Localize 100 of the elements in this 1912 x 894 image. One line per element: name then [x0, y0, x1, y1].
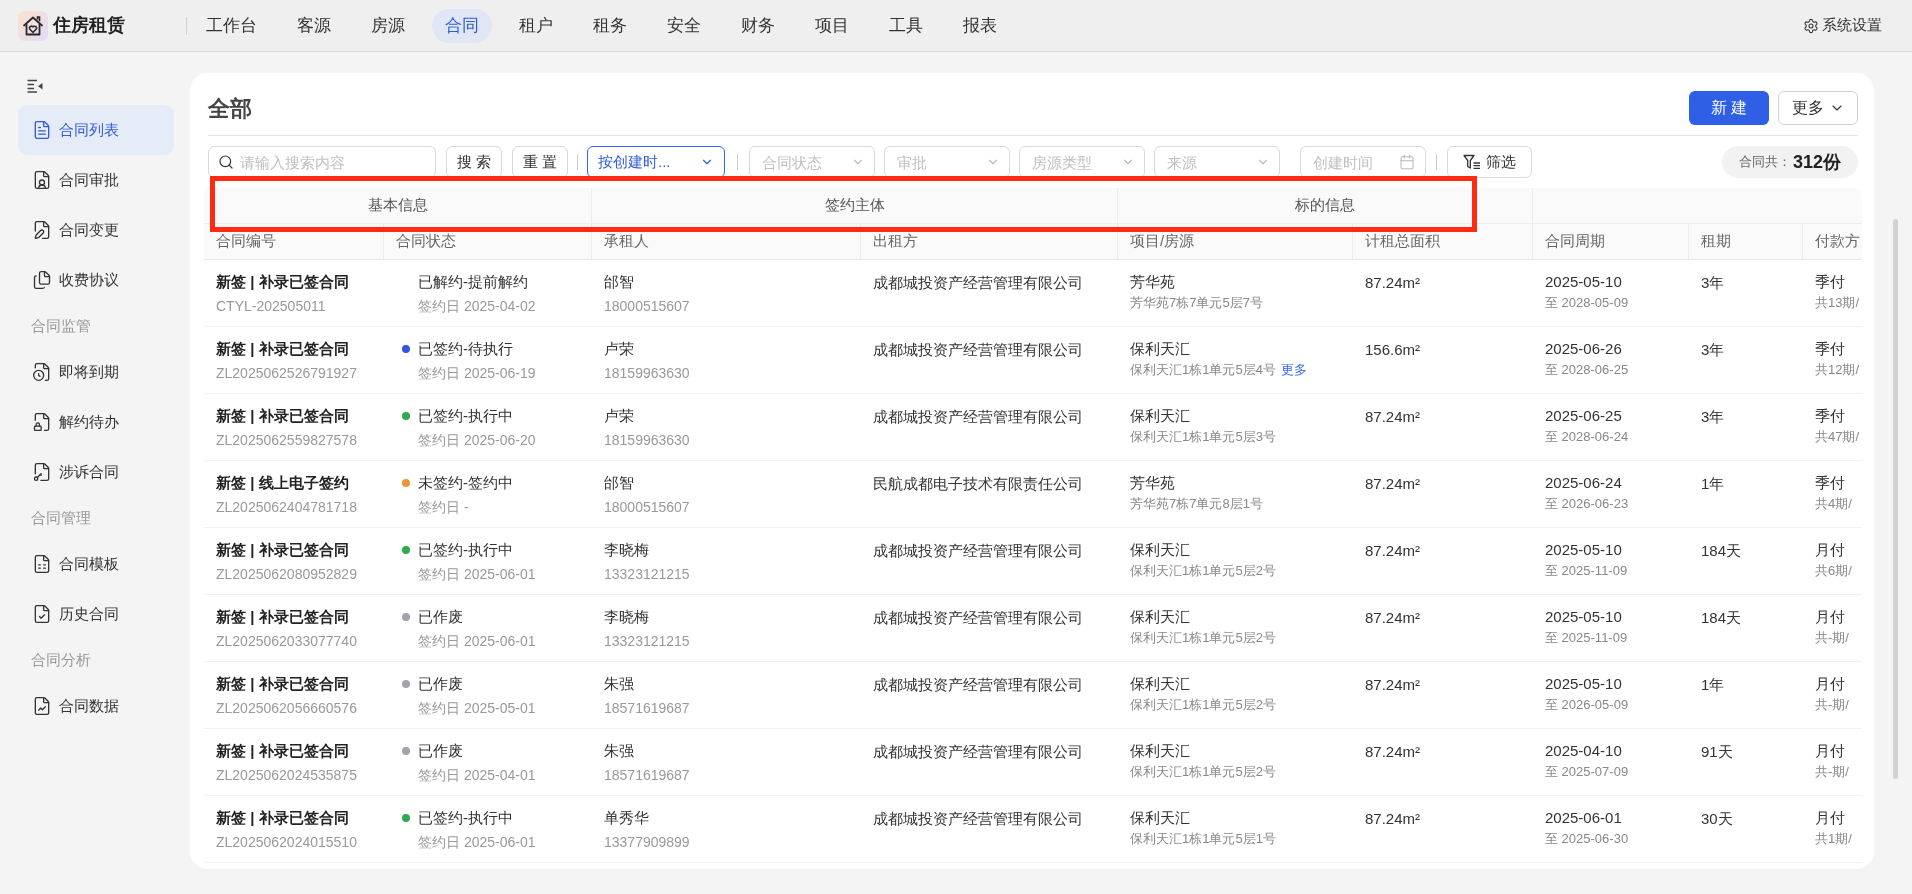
- nav-tab[interactable]: 合同: [432, 8, 492, 43]
- rental-area: 87.24m²: [1365, 743, 1421, 760]
- tenant-name: 朱强: [604, 674, 635, 694]
- lease-term: 3年: [1701, 408, 1725, 425]
- more-link[interactable]: 更多: [1280, 360, 1307, 380]
- end-date: 至 2025-07-09: [1545, 763, 1630, 781]
- house-logo-icon: [18, 10, 48, 41]
- column-group-header: 标的信息: [1118, 188, 1533, 224]
- sidebar-item[interactable]: 收费协议: [18, 255, 174, 305]
- landlord-name: 成都城投资产经营管理有限公司: [873, 609, 1083, 626]
- contract-type: 新签 | 补录已签合同: [216, 540, 350, 560]
- unit-address: 保利天汇1栋1单元5层2号: [1130, 562, 1276, 580]
- project-name: 保利天汇: [1130, 674, 1191, 694]
- reset-button[interactable]: 重 置: [512, 146, 568, 178]
- filter-button[interactable]: 筛选: [1447, 146, 1532, 178]
- collapse-menu-icon[interactable]: [27, 79, 43, 93]
- search-button[interactable]: 搜 索: [446, 146, 502, 178]
- nav-tab[interactable]: 租务: [580, 8, 640, 43]
- nav-tab[interactable]: 工作台: [193, 8, 270, 43]
- payment-method: 季付: [1815, 339, 1846, 359]
- payment-periods: 共1期/: [1815, 830, 1853, 848]
- sidebar-item[interactable]: 合同模板: [18, 539, 174, 589]
- create-button[interactable]: 新 建: [1689, 91, 1769, 125]
- filter-select[interactable]: 来源: [1154, 146, 1280, 178]
- nav-tab[interactable]: 安全: [654, 8, 714, 43]
- rental-area: 87.24m²: [1365, 676, 1421, 693]
- signing-date: 签约日 2025-06-20: [418, 431, 537, 450]
- tenant-phone: 13323121215: [604, 632, 691, 651]
- file-pen-icon: [32, 220, 52, 240]
- end-date: 至 2025-11-09: [1545, 562, 1629, 580]
- unit-address: 保利天汇1栋1单元5层1号: [1130, 830, 1276, 848]
- page-title: 全部: [208, 94, 252, 123]
- filter-select[interactable]: 合同状态: [749, 146, 875, 178]
- lease-term: 30天: [1701, 810, 1733, 827]
- start-date: 2025-06-24: [1545, 473, 1623, 493]
- signing-date: 签约日 2025-06-01: [418, 565, 537, 584]
- sidebar-item[interactable]: 合同数据: [18, 681, 174, 731]
- filter-select[interactable]: 房源类型: [1019, 146, 1145, 178]
- nav-tab[interactable]: 报表: [950, 8, 1010, 43]
- landlord-name: 民航成都电子技术有限责任公司: [873, 475, 1083, 492]
- nav-tab[interactable]: 房源: [358, 8, 418, 43]
- contract-number: ZL2025062526791927: [216, 364, 358, 383]
- end-date: 至 2025-06-30: [1545, 830, 1630, 848]
- nav-tab[interactable]: 租户: [506, 8, 566, 43]
- project-name: 保利天汇: [1130, 339, 1191, 359]
- contract-status: 已签约-待执行: [418, 339, 513, 359]
- search-field[interactable]: 请输入搜索内容: [208, 146, 436, 178]
- landlord-name: 成都城投资产经营管理有限公司: [873, 743, 1083, 760]
- rental-area: 87.24m²: [1365, 274, 1421, 291]
- nav-tab[interactable]: 工具: [876, 8, 936, 43]
- project-name: 保利天汇: [1130, 808, 1191, 828]
- file-key-icon: [32, 462, 52, 482]
- lease-term: 184天: [1701, 542, 1742, 559]
- sidebar-item[interactable]: 涉诉合同: [18, 447, 174, 497]
- sidebar-item[interactable]: 即将到期: [18, 347, 174, 397]
- settings-button[interactable]: 系统设置: [1803, 14, 1882, 37]
- sidebar-item[interactable]: 合同列表: [18, 105, 174, 155]
- payment-periods: 共-期/: [1815, 629, 1850, 647]
- project-name: 保利天汇: [1130, 607, 1191, 627]
- payment-periods: 共47期/: [1815, 428, 1861, 446]
- signing-date: 签约日 2025-06-01: [418, 833, 537, 852]
- start-date: 2025-05-10: [1545, 540, 1623, 560]
- file-check-icon: [32, 604, 52, 624]
- contract-number: ZL2025062024535875: [216, 766, 358, 785]
- file-clock-icon: [32, 362, 52, 382]
- rental-area: 87.24m²: [1365, 810, 1421, 827]
- nav-tab[interactable]: 客源: [284, 8, 344, 43]
- contract-number: ZL2025062024015510: [216, 833, 358, 852]
- scrollbar-thumb[interactable]: [1893, 219, 1898, 779]
- contract-number: ZL2025062033077740: [216, 632, 358, 651]
- sort-select[interactable]: 按创建时...: [587, 146, 725, 178]
- contract-number: ZL2025062056660576: [216, 699, 358, 718]
- payment-method: 季付: [1815, 473, 1846, 493]
- signing-date: 签约日 2025-06-01: [418, 632, 537, 651]
- tenant-name: 邰智: [604, 473, 635, 493]
- rental-area: 87.24m²: [1365, 609, 1421, 626]
- column-group-header: 签约主体: [592, 188, 1118, 224]
- sidebar-item[interactable]: 历史合同: [18, 589, 174, 639]
- end-date: 至 2028-05-09: [1545, 294, 1630, 312]
- end-date: 至 2026-05-09: [1545, 696, 1630, 714]
- more-dropdown-button[interactable]: 更多: [1778, 91, 1858, 125]
- payment-periods: 共-期/: [1815, 696, 1850, 714]
- nav-tab[interactable]: 财务: [728, 8, 788, 43]
- contract-type: 新签 | 补录已签合同: [216, 406, 350, 426]
- filter-select[interactable]: 审批: [884, 146, 1010, 178]
- contract-status: 已作废: [418, 674, 463, 694]
- date-field[interactable]: 创建时间: [1300, 146, 1426, 178]
- search-icon: [218, 154, 234, 170]
- tenant-name: 卢荣: [604, 339, 635, 359]
- signing-date: 签约日 -: [418, 498, 470, 517]
- contract-type: 新签 | 补录已签合同: [216, 272, 350, 292]
- sidebar-item[interactable]: 合同变更: [18, 205, 174, 255]
- payment-periods: 共12期/: [1815, 361, 1861, 379]
- contract-status: 未签约-签约中: [418, 473, 513, 493]
- sidebar-item[interactable]: 合同审批: [18, 155, 174, 205]
- sidebar-item[interactable]: 解约待办: [18, 397, 174, 447]
- nav-tab[interactable]: 项目: [802, 8, 862, 43]
- unit-address: 保利天汇1栋1单元5层3号: [1130, 428, 1276, 446]
- sidebar-section-title: 合同管理: [30, 507, 92, 528]
- start-date: 2025-05-10: [1545, 272, 1623, 292]
